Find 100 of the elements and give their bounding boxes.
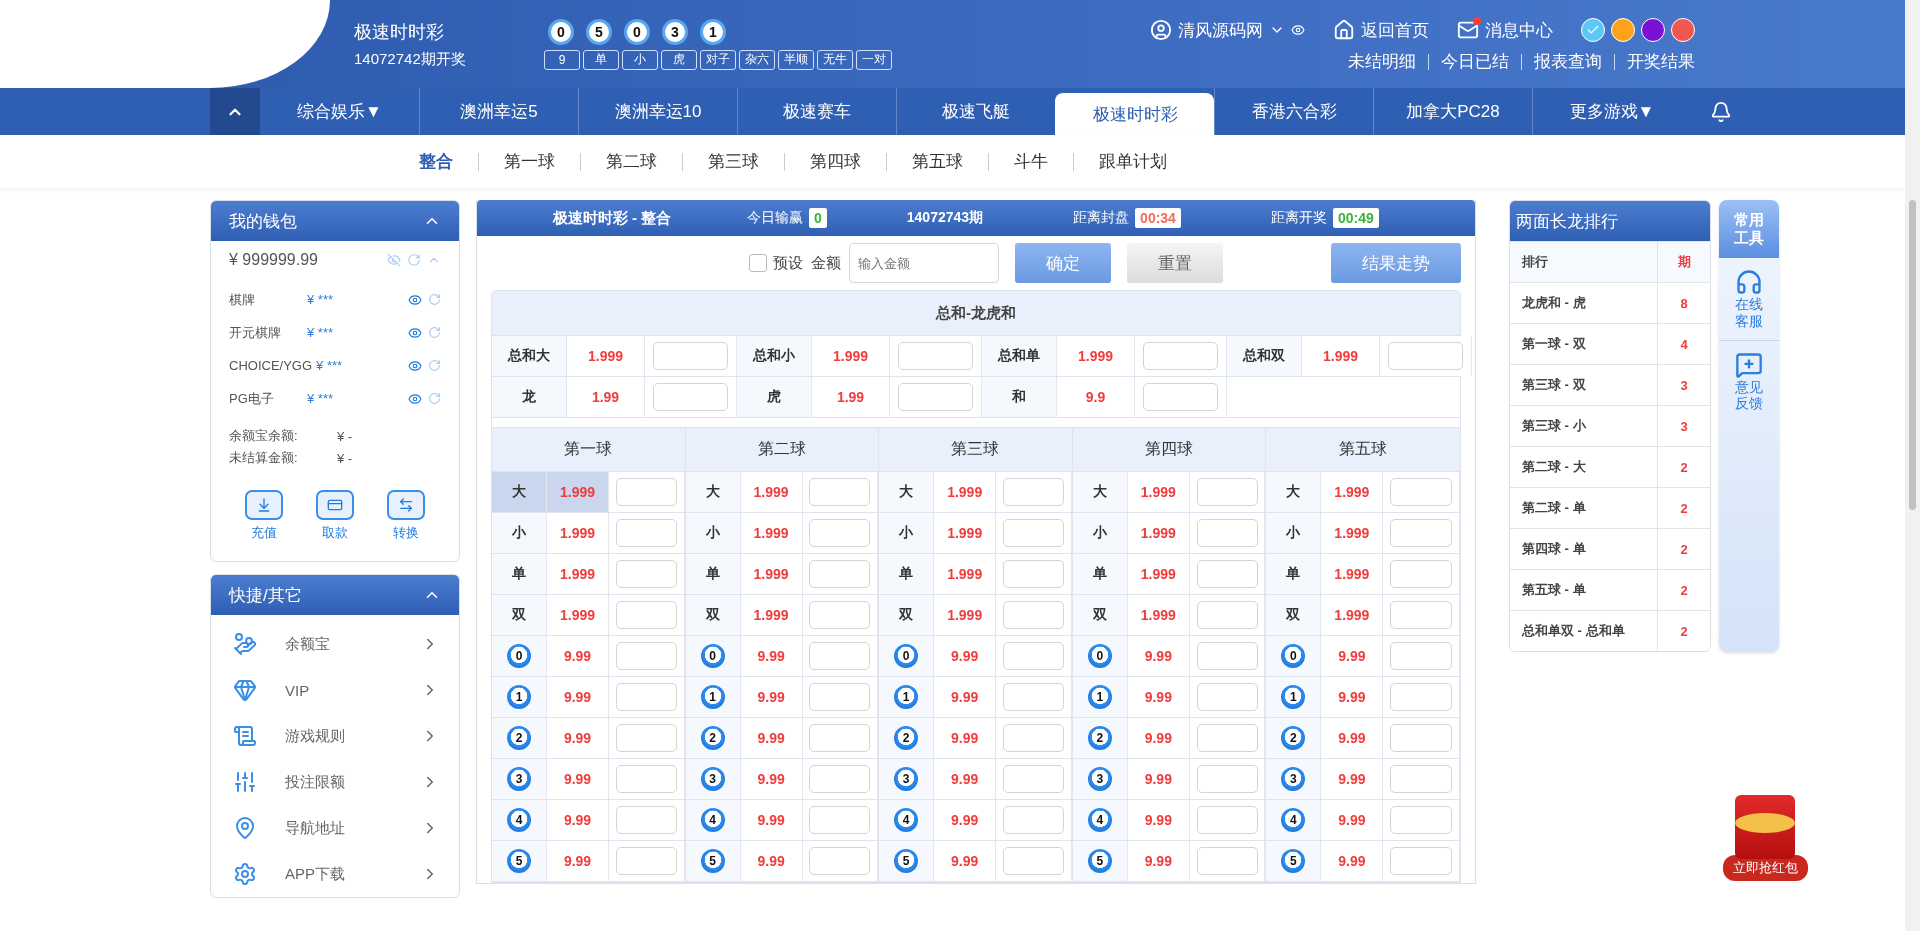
bet-label[interactable]: 大	[1072, 472, 1128, 512]
bet-input[interactable]	[1390, 478, 1453, 506]
eye-icon[interactable]	[408, 325, 422, 340]
sub-tab[interactable]: 第四球	[784, 152, 886, 171]
sub-tab[interactable]: 跟单计划	[1073, 152, 1192, 171]
bet-input[interactable]	[615, 601, 677, 629]
number-cell[interactable]: 1	[1072, 677, 1128, 717]
eye-icon[interactable]	[408, 358, 422, 373]
header-link[interactable]: 消息中心	[1457, 18, 1553, 42]
bet-input[interactable]	[809, 560, 871, 588]
menu-item[interactable]: 余额宝	[211, 621, 459, 667]
bet-input[interactable]	[1143, 383, 1218, 411]
bet-label[interactable]: 单	[685, 554, 741, 594]
bet-input[interactable]	[1196, 601, 1258, 629]
number-cell[interactable]: 5	[492, 841, 547, 881]
bet-label[interactable]: 双	[1072, 595, 1128, 635]
bet-input[interactable]	[1002, 601, 1065, 629]
gift-packet-button[interactable]: 立即抢红包	[1715, 794, 1815, 882]
bet-input[interactable]	[1196, 478, 1258, 506]
bet-input[interactable]	[898, 342, 973, 370]
theme-swatch[interactable]	[1641, 18, 1665, 42]
nav-tab[interactable]: 澳洲幸运10	[578, 88, 737, 135]
wallet-action[interactable]: 转换	[380, 489, 431, 543]
bet-input[interactable]	[809, 478, 871, 506]
bet-input[interactable]	[1388, 342, 1463, 370]
bet-label[interactable]: 双	[492, 595, 547, 635]
bet-input[interactable]	[1002, 724, 1065, 752]
refresh-icon[interactable]	[428, 391, 441, 405]
bet-input[interactable]	[653, 383, 728, 411]
sub-tab[interactable]: 第一球	[478, 152, 580, 171]
number-cell[interactable]: 3	[879, 759, 935, 799]
menu-item[interactable]: 游戏规则	[211, 713, 459, 759]
bet-label[interactable]: 小	[1072, 513, 1128, 553]
bet-input[interactable]	[809, 806, 871, 834]
bet-label[interactable]: 双	[685, 595, 741, 635]
preset-checkbox[interactable]: 预设	[749, 253, 803, 273]
bet-label[interactable]: 单	[1072, 554, 1128, 594]
number-cell[interactable]: 0	[492, 636, 547, 676]
number-cell[interactable]: 0	[685, 636, 741, 676]
bet-input[interactable]	[1196, 642, 1258, 670]
number-cell[interactable]: 1	[1266, 677, 1322, 717]
bet-input[interactable]	[1143, 342, 1218, 370]
refresh-icon[interactable]	[428, 292, 441, 306]
bet-input[interactable]	[1002, 478, 1065, 506]
refresh-icon[interactable]	[428, 358, 441, 372]
sub-tab[interactable]: 整合	[393, 152, 478, 171]
bet-label[interactable]: 小	[492, 513, 547, 553]
bet-input[interactable]	[1196, 519, 1258, 547]
number-cell[interactable]: 5	[1072, 841, 1128, 881]
bet-input[interactable]	[1002, 560, 1065, 588]
bet-input[interactable]	[1002, 806, 1065, 834]
scrollbar[interactable]	[1905, 0, 1920, 931]
bet-input[interactable]	[615, 724, 677, 752]
bet-input[interactable]	[1196, 683, 1258, 711]
bet-input[interactable]	[1196, 724, 1258, 752]
bet-input[interactable]	[615, 642, 677, 670]
bet-input[interactable]	[1390, 806, 1453, 834]
nav-tab[interactable]: 加拿大PC28	[1373, 88, 1532, 135]
sub-tab[interactable]: 第三球	[682, 152, 784, 171]
number-cell[interactable]: 1	[492, 677, 547, 717]
bet-input[interactable]	[1002, 683, 1065, 711]
number-cell[interactable]: 1	[685, 677, 741, 717]
sub-tab[interactable]: 第五球	[886, 152, 988, 171]
bet-input[interactable]	[1002, 519, 1065, 547]
menu-item[interactable]: VIP	[211, 667, 459, 713]
number-cell[interactable]: 2	[1072, 718, 1128, 758]
number-cell[interactable]: 3	[685, 759, 741, 799]
bet-input[interactable]	[1390, 724, 1453, 752]
number-cell[interactable]: 0	[1266, 636, 1322, 676]
bet-input[interactable]	[615, 560, 677, 588]
bet-input[interactable]	[1196, 765, 1258, 793]
user-menu[interactable]: 清风源码网	[1150, 18, 1305, 42]
bet-input[interactable]	[1196, 806, 1258, 834]
number-cell[interactable]: 2	[1266, 718, 1322, 758]
eye-icon[interactable]	[408, 391, 422, 406]
bet-input[interactable]	[1390, 519, 1453, 547]
number-cell[interactable]: 0	[879, 636, 935, 676]
tool-link[interactable]: 意见反馈	[1719, 340, 1779, 423]
number-cell[interactable]: 4	[879, 800, 935, 840]
nav-tab[interactable]: 香港六合彩	[1214, 88, 1373, 135]
bet-input[interactable]	[1002, 847, 1065, 875]
reset-button[interactable]: 重置	[1127, 243, 1223, 283]
eye-icon[interactable]	[408, 292, 422, 307]
nav-tab[interactable]: 极速时时彩	[1055, 93, 1214, 135]
sub-tab[interactable]: 第二球	[580, 152, 682, 171]
number-cell[interactable]: 3	[1072, 759, 1128, 799]
number-cell[interactable]: 2	[685, 718, 741, 758]
bet-input[interactable]	[809, 724, 871, 752]
bet-input[interactable]	[1390, 765, 1453, 793]
eye-off-icon[interactable]	[387, 253, 401, 267]
bet-label[interactable]: 大	[1266, 472, 1322, 512]
bet-input[interactable]	[615, 478, 677, 506]
bet-input[interactable]	[1390, 560, 1453, 588]
bet-label[interactable]: 小	[1266, 513, 1322, 553]
header-link[interactable]: 未结明细	[1335, 54, 1428, 70]
bet-label[interactable]: 双	[1266, 595, 1322, 635]
theme-swatch[interactable]	[1581, 18, 1605, 42]
bet-label[interactable]: 单	[492, 554, 547, 594]
bet-input[interactable]	[653, 342, 728, 370]
bet-input[interactable]	[615, 765, 677, 793]
